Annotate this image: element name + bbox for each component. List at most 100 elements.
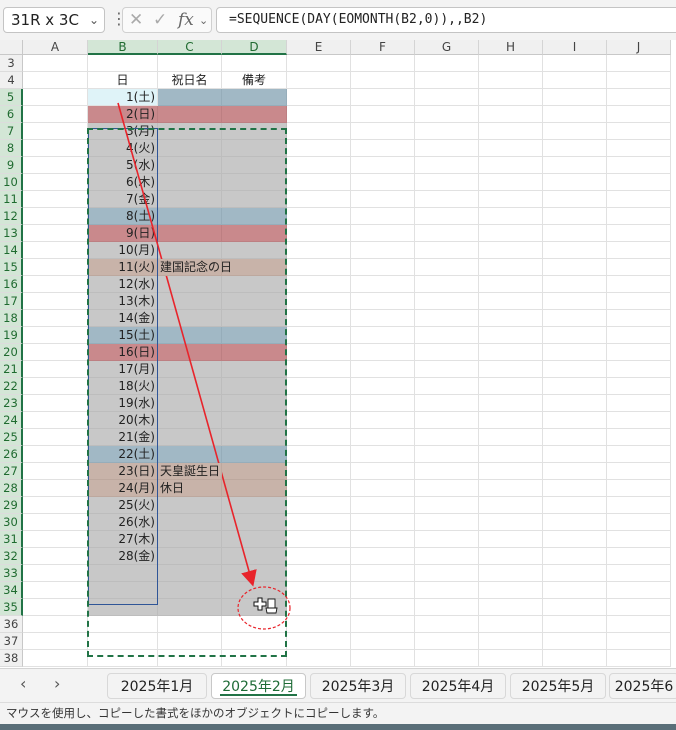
cell-f32[interactable] [351, 548, 415, 565]
row-header-17[interactable]: 17 [0, 293, 23, 310]
row-header-25[interactable]: 25 [0, 429, 23, 446]
cell-c5[interactable] [158, 89, 222, 106]
column-header-a[interactable]: A [23, 40, 88, 55]
cell-g6[interactable] [415, 106, 479, 123]
cell-h27[interactable] [479, 463, 543, 480]
cell-h29[interactable] [479, 497, 543, 514]
cell-j22[interactable] [607, 378, 671, 395]
cell-f5[interactable] [351, 89, 415, 106]
row-header-30[interactable]: 30 [0, 514, 23, 531]
cell-e5[interactable] [287, 89, 351, 106]
cell-h28[interactable] [479, 480, 543, 497]
cell-a27[interactable] [23, 463, 88, 480]
cell-h7[interactable] [479, 123, 543, 140]
cell-g16[interactable] [415, 276, 479, 293]
cell-g10[interactable] [415, 174, 479, 191]
cell-e18[interactable] [287, 310, 351, 327]
cell-i19[interactable] [543, 327, 607, 344]
cell-c13[interactable] [158, 225, 222, 242]
cell-b21[interactable]: 17(月) [88, 361, 158, 378]
cell-b24[interactable]: 20(木) [88, 412, 158, 429]
row-header-12[interactable]: 12 [0, 208, 23, 225]
cell-a23[interactable] [23, 395, 88, 412]
cell-c26[interactable] [158, 446, 222, 463]
cell-e24[interactable] [287, 412, 351, 429]
cell-b12[interactable]: 8(土) [88, 208, 158, 225]
cell-j3[interactable] [607, 55, 671, 72]
cell-j17[interactable] [607, 293, 671, 310]
cell-g12[interactable] [415, 208, 479, 225]
row-header-3[interactable]: 3 [0, 55, 23, 72]
cell-g24[interactable] [415, 412, 479, 429]
cell-g14[interactable] [415, 242, 479, 259]
cell-f26[interactable] [351, 446, 415, 463]
cell-a10[interactable] [23, 174, 88, 191]
cell-j13[interactable] [607, 225, 671, 242]
cell-c28[interactable]: 休日 [158, 480, 222, 497]
cell-b11[interactable]: 7(金) [88, 191, 158, 208]
cell-e6[interactable] [287, 106, 351, 123]
row-header-29[interactable]: 29 [0, 497, 23, 514]
cell-i21[interactable] [543, 361, 607, 378]
cell-i16[interactable] [543, 276, 607, 293]
cell-f38[interactable] [351, 650, 415, 667]
sheet-tab[interactable]: 2025年4月 [410, 673, 506, 699]
cell-c12[interactable] [158, 208, 222, 225]
cell-i31[interactable] [543, 531, 607, 548]
row-header-16[interactable]: 16 [0, 276, 23, 293]
cell-b29[interactable]: 25(火) [88, 497, 158, 514]
cell-i11[interactable] [543, 191, 607, 208]
cell-a9[interactable] [23, 157, 88, 174]
cell-i28[interactable] [543, 480, 607, 497]
cell-d29[interactable] [222, 497, 287, 514]
cell-a14[interactable] [23, 242, 88, 259]
row-header-18[interactable]: 18 [0, 310, 23, 327]
cell-a33[interactable] [23, 565, 88, 582]
cell-g37[interactable] [415, 633, 479, 650]
cell-b9[interactable]: 5(水) [88, 157, 158, 174]
cell-b35[interactable] [88, 599, 158, 616]
cell-b27[interactable]: 23(日) [88, 463, 158, 480]
cell-e20[interactable] [287, 344, 351, 361]
fx-icon[interactable]: fx [178, 10, 194, 30]
cell-a12[interactable] [23, 208, 88, 225]
cell-g7[interactable] [415, 123, 479, 140]
column-header-i[interactable]: I [543, 40, 607, 55]
cell-i37[interactable] [543, 633, 607, 650]
cell-d38[interactable] [222, 650, 287, 667]
cell-f3[interactable] [351, 55, 415, 72]
cell-b14[interactable]: 10(月) [88, 242, 158, 259]
cell-e16[interactable] [287, 276, 351, 293]
cell-j23[interactable] [607, 395, 671, 412]
cell-e11[interactable] [287, 191, 351, 208]
cell-c3[interactable] [158, 55, 222, 72]
cell-d13[interactable] [222, 225, 287, 242]
row-header-19[interactable]: 19 [0, 327, 23, 344]
cell-b22[interactable]: 18(火) [88, 378, 158, 395]
cell-c37[interactable] [158, 633, 222, 650]
worksheet-grid[interactable]: ABCDEFGHIJ 3 4 日祝日名 備考 5 1(土) 6 2(日) 7 3(月) 8 4(火) 9… [0, 40, 676, 668]
cell-i35[interactable] [543, 599, 607, 616]
cell-e10[interactable] [287, 174, 351, 191]
cell-e36[interactable] [287, 616, 351, 633]
column-header-c[interactable]: C [158, 40, 222, 55]
cell-c20[interactable] [158, 344, 222, 361]
cell-d6[interactable] [222, 106, 287, 123]
cell-j10[interactable] [607, 174, 671, 191]
cell-b32[interactable]: 28(金) [88, 548, 158, 565]
row-header-34[interactable]: 34 [0, 582, 23, 599]
cell-c15[interactable]: 建国記念の日 [158, 259, 232, 276]
cell-a17[interactable] [23, 293, 88, 310]
cell-j35[interactable] [607, 599, 671, 616]
cell-j7[interactable] [607, 123, 671, 140]
cell-d32[interactable] [222, 548, 287, 565]
sheet-tab[interactable]: 2025年5月 [510, 673, 606, 699]
cell-b37[interactable] [88, 633, 158, 650]
cell-i29[interactable] [543, 497, 607, 514]
cell-j6[interactable] [607, 106, 671, 123]
cell-i32[interactable] [543, 548, 607, 565]
cell-h12[interactable] [479, 208, 543, 225]
row-header-8[interactable]: 8 [0, 140, 23, 157]
row-header-26[interactable]: 26 [0, 446, 23, 463]
cell-h23[interactable] [479, 395, 543, 412]
